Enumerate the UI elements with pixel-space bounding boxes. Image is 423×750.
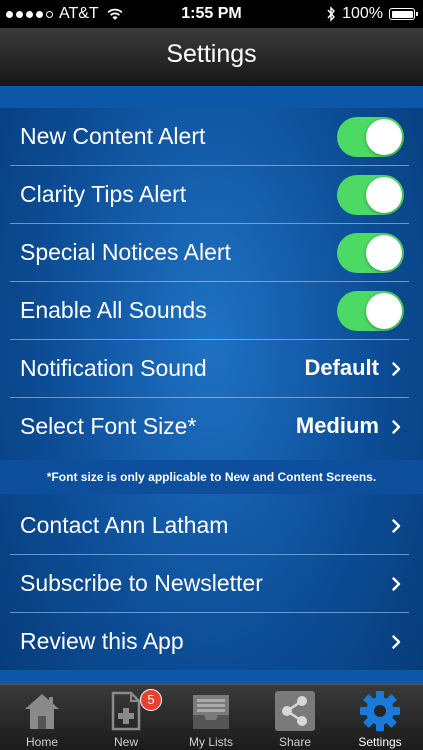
row-label: Review this App — [20, 628, 184, 654]
tab-label: Share — [278, 735, 312, 749]
home-icon — [25, 694, 59, 729]
row-select-font-size[interactable]: Select Font Size* Medium — [10, 398, 409, 456]
section-footer-spacer — [0, 670, 423, 684]
links-group: Contact Ann Latham Subscribe to Newslett… — [0, 497, 423, 671]
gear-icon — [360, 691, 400, 731]
share-icon — [275, 691, 315, 731]
notification-sound-value: Default — [304, 355, 379, 380]
row-contact-ann-latham[interactable]: Contact Ann Latham — [10, 497, 409, 555]
new-content-alert-toggle[interactable] — [337, 117, 404, 157]
settings-screen: AT&T 1:55 PM 100% Settings New Content A… — [0, 0, 423, 750]
section-header-spacer — [0, 86, 423, 108]
enable-all-sounds-toggle[interactable] — [337, 291, 404, 331]
clarity-tips-alert-toggle[interactable] — [337, 175, 404, 215]
tab-settings[interactable]: Settings — [338, 685, 422, 750]
tab-my-lists[interactable]: My Lists — [169, 685, 253, 750]
status-bar: AT&T 1:55 PM 100% — [0, 0, 423, 28]
alerts-group: New Content Alert Clarity Tips Alert Spe… — [0, 108, 423, 456]
row-label: Enable All Sounds — [20, 297, 207, 323]
bluetooth-icon — [327, 6, 336, 22]
row-label: Clarity Tips Alert — [20, 181, 187, 207]
battery-icon — [389, 8, 418, 20]
row-new-content-alert: New Content Alert — [10, 108, 409, 166]
tab-bar: Home 5 New My Lists Share Settings — [0, 684, 423, 750]
tab-label: New — [113, 735, 138, 749]
font-size-value: Medium — [295, 413, 379, 438]
tab-label: My Lists — [188, 735, 233, 749]
chevron-right-icon — [392, 635, 401, 649]
new-items-badge: 5 — [140, 689, 162, 711]
battery-percent: 100% — [342, 5, 383, 22]
row-subscribe-newsletter[interactable]: Subscribe to Newsletter — [10, 555, 409, 613]
tab-share[interactable]: Share — [253, 685, 337, 750]
chevron-right-icon — [392, 362, 401, 376]
row-label: Special Notices Alert — [20, 239, 231, 265]
row-label: Select Font Size* — [20, 413, 197, 439]
row-label: Notification Sound — [20, 355, 207, 381]
row-label: Contact Ann Latham — [20, 512, 229, 538]
navigation-bar: Settings — [0, 28, 423, 87]
tab-home[interactable]: Home — [0, 685, 84, 750]
inbox-tray-icon — [193, 695, 229, 729]
row-special-notices-alert: Special Notices Alert — [10, 224, 409, 282]
page-title: Settings — [166, 40, 257, 68]
row-clarity-tips-alert: Clarity Tips Alert — [10, 166, 409, 224]
chevron-right-icon — [392, 577, 401, 591]
tab-new[interactable]: 5 New — [84, 685, 168, 750]
tab-label: Settings — [358, 735, 402, 749]
special-notices-alert-toggle[interactable] — [337, 233, 404, 273]
row-label: New Content Alert — [20, 123, 206, 149]
row-label: Subscribe to Newsletter — [20, 570, 263, 596]
row-review-app[interactable]: Review this App — [10, 613, 409, 671]
row-enable-all-sounds: Enable All Sounds — [10, 282, 409, 340]
chevron-right-icon — [392, 420, 401, 434]
font-size-footnote: *Font size is only applicable to New and… — [0, 460, 423, 494]
chevron-right-icon — [392, 519, 401, 533]
tab-label: Home — [25, 735, 58, 749]
row-notification-sound[interactable]: Notification Sound Default — [10, 340, 409, 398]
